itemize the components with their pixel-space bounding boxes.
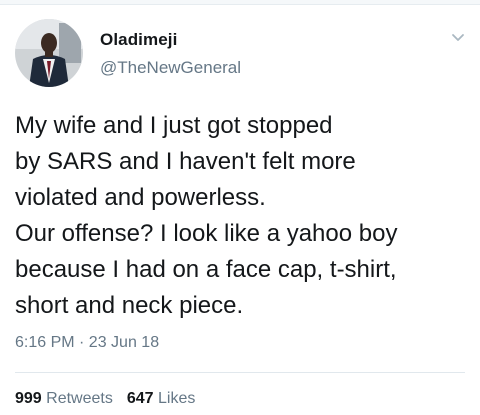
like-label: Likes (158, 390, 196, 407)
tweet-timestamp[interactable]: 6:16 PM · 23 Jun 18 (15, 334, 159, 352)
tweet-text: My wife and I just got stopped by SARS a… (15, 112, 398, 319)
retweet-count: 999 (15, 390, 42, 407)
author-name[interactable]: Oladimeji (100, 30, 177, 50)
tweet-stats: 999 Retweets 647 Likes (15, 390, 195, 408)
chevron-down-icon[interactable] (450, 30, 466, 46)
like-count: 647 (126, 390, 154, 407)
author-handle[interactable]: @TheNewGeneral (100, 58, 241, 78)
avatar-photo (15, 19, 83, 87)
likes-stat[interactable]: 647 Likes (127, 390, 196, 408)
top-edge (0, 0, 480, 5)
divider (15, 372, 465, 373)
avatar[interactable] (15, 19, 83, 87)
retweet-label: Retweets (46, 390, 113, 407)
retweets-stat[interactable]: 999 Retweets (15, 390, 113, 408)
